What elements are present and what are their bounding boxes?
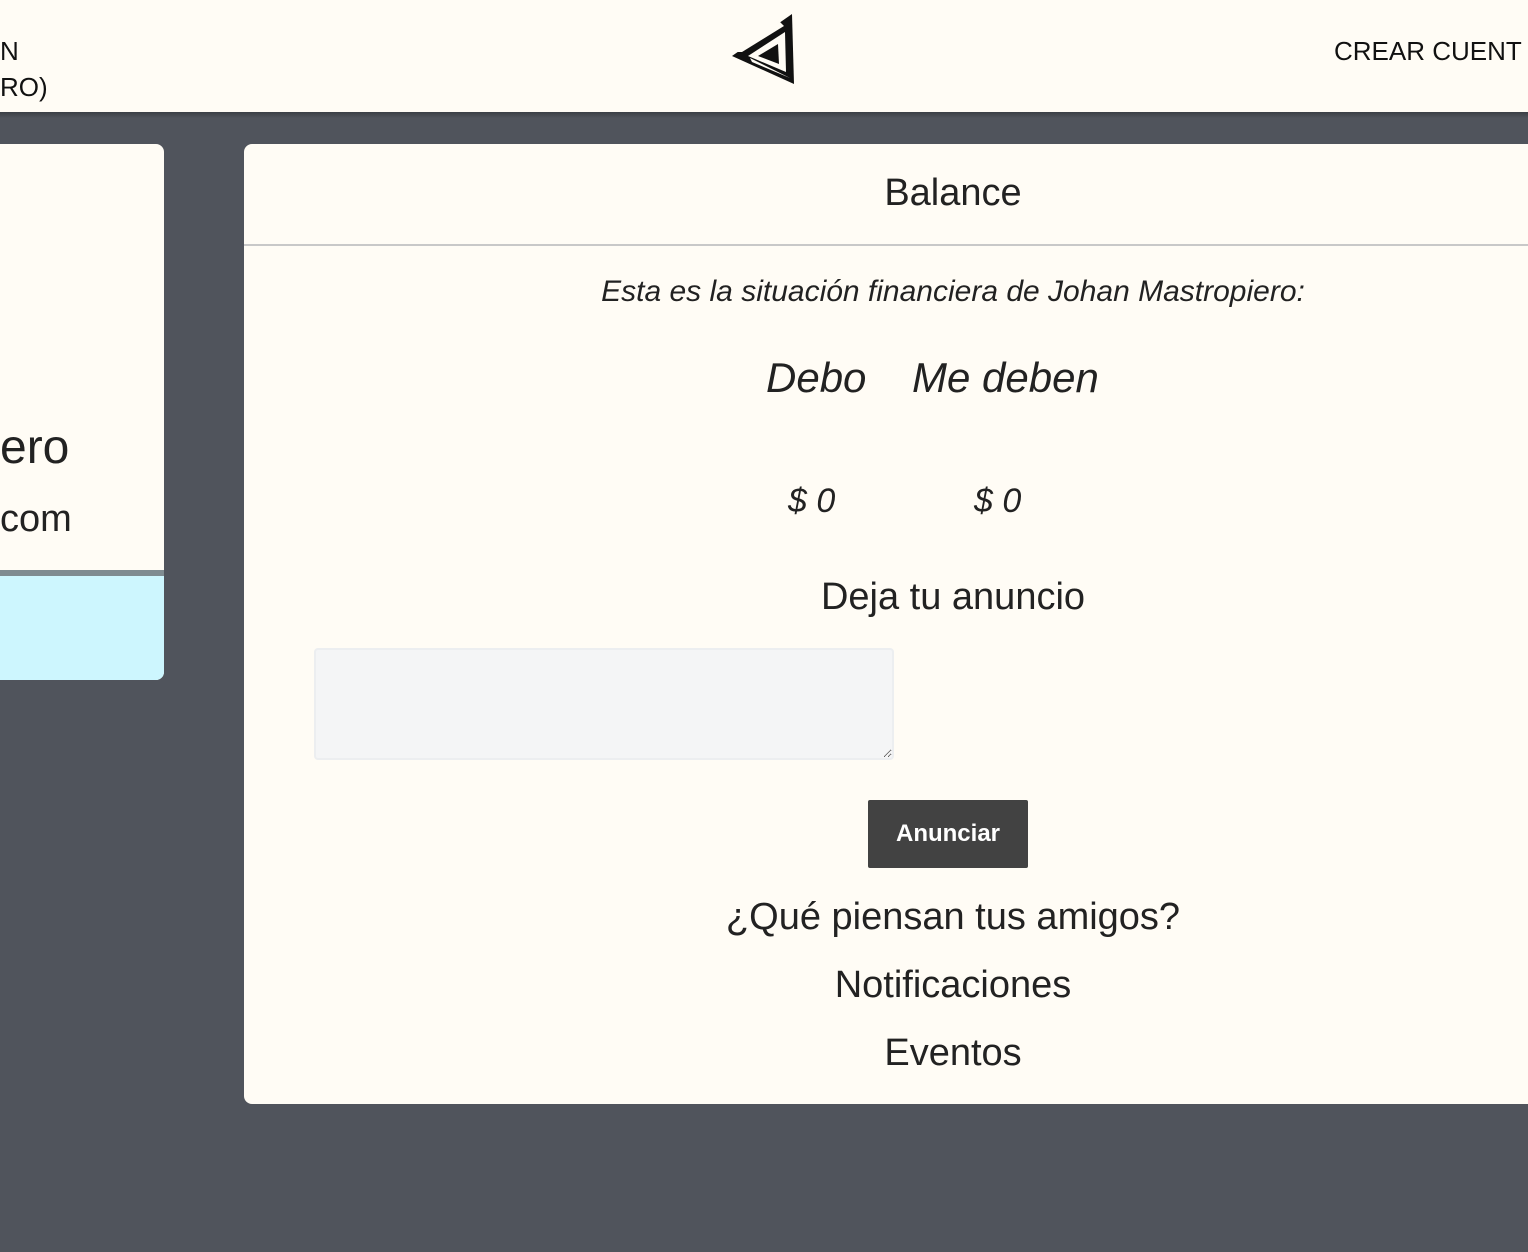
navbar-shadow xyxy=(0,112,1528,118)
card-header: Balance xyxy=(244,144,1528,246)
nav-link-login[interactable]: N xyxy=(0,36,19,67)
nav-link-create-account[interactable]: CREAR CUENT xyxy=(1334,36,1522,67)
balance-card: Balance Esta es la situación financiera … xyxy=(244,144,1528,1104)
balance-intro: Esta es la situación financiera de Johan… xyxy=(601,275,1305,308)
announcement-title: Deja tu anuncio xyxy=(820,576,1086,618)
announcement-input[interactable] xyxy=(314,648,894,760)
profile-footer xyxy=(0,576,164,680)
owe-label: Debo xyxy=(766,354,867,401)
events-link[interactable]: Eventos xyxy=(244,1032,1528,1075)
notifications-link[interactable]: Notificaciones xyxy=(244,964,1528,1007)
owed-label: Me deben xyxy=(912,354,1099,401)
profile-email: com xyxy=(0,498,72,540)
card-title: Balance xyxy=(884,172,1022,214)
owed-value: $ 0 xyxy=(974,482,1022,520)
nav-user-label[interactable]: RO) xyxy=(0,72,48,103)
profile-card: ero com xyxy=(0,144,164,680)
profile-name: ero xyxy=(0,421,70,474)
owe-value: $ 0 xyxy=(788,482,836,520)
friends-heading: ¿Qué piensan tus amigos? xyxy=(725,896,1181,938)
top-navbar: N RO) CREAR CUENT xyxy=(0,0,1528,112)
impossible-triangle-logo-icon[interactable] xyxy=(728,12,798,86)
announce-button[interactable]: Anunciar xyxy=(868,800,1028,868)
